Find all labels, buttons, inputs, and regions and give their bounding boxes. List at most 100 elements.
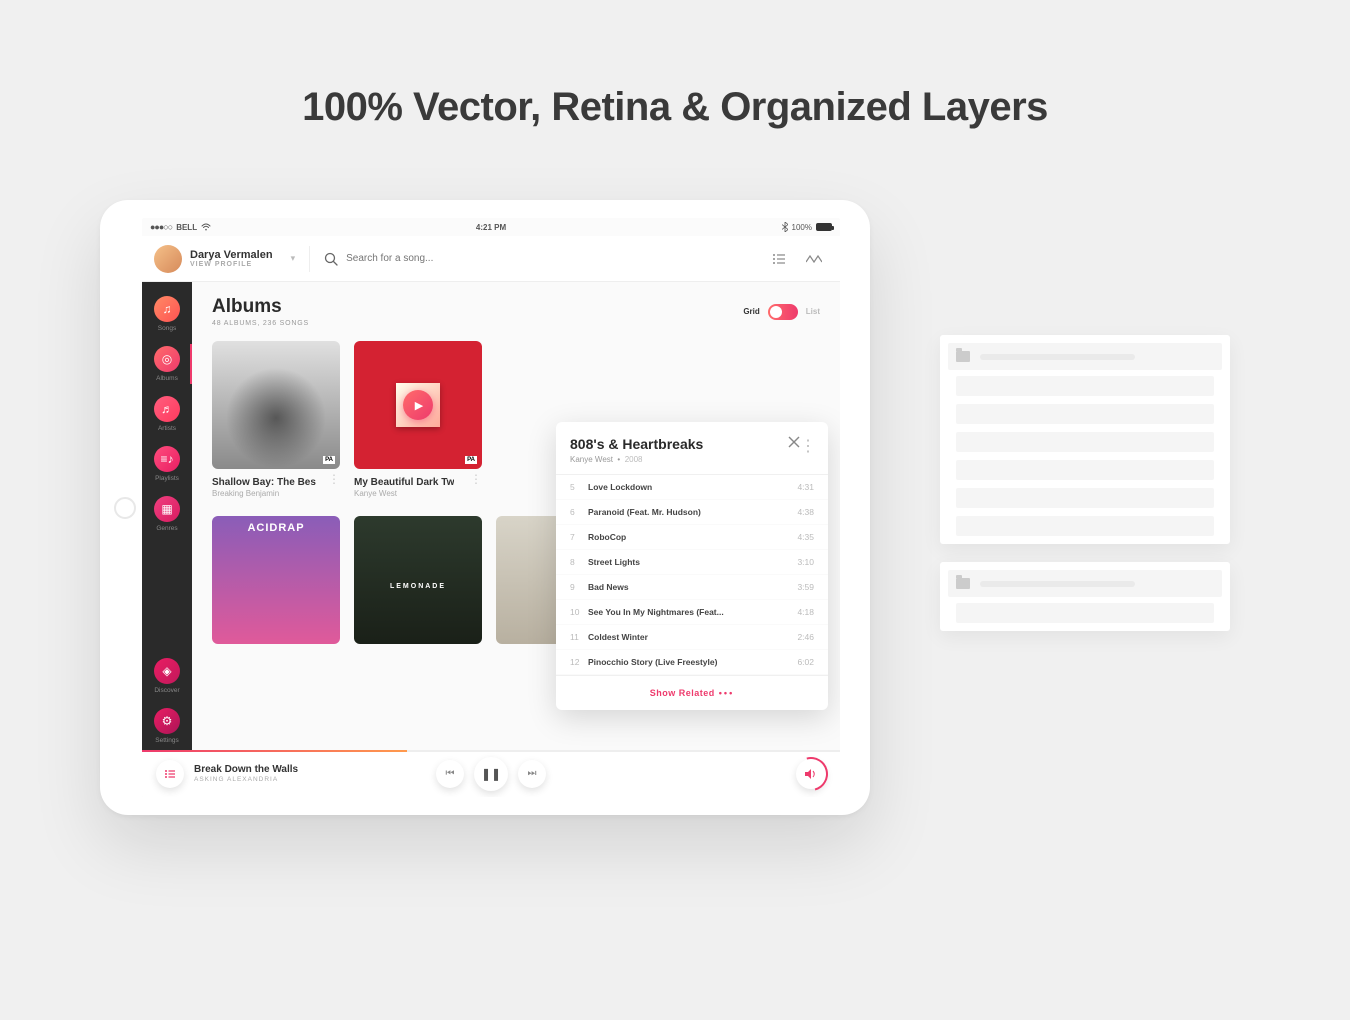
headphones-icon: ♬: [154, 396, 180, 422]
search-icon[interactable]: [324, 252, 338, 266]
track-row[interactable]: 11Coldest Winter 2:46: [556, 625, 828, 650]
album-cover[interactable]: PA: [212, 341, 340, 469]
sidebar-item-albums[interactable]: ◎ Albums: [142, 340, 192, 388]
clock: 4:21 PM: [476, 223, 506, 232]
album-detail-popup: 808's & Heartbreaks Kanye West • 2008 ⋮ …: [556, 422, 828, 710]
view-profile-link[interactable]: VIEW PROFILE: [190, 261, 273, 268]
folder-icon: [956, 351, 970, 362]
sidebar-item-playlists[interactable]: ≡♪ Playlists: [142, 440, 192, 488]
status-bar: ●●●○○ BELL 4:21 PM 100%: [142, 218, 840, 236]
pause-button[interactable]: ❚❚: [474, 757, 508, 791]
gear-icon: ⚙: [154, 708, 180, 734]
track-number: 11: [570, 632, 588, 642]
grid-list-toggle[interactable]: [768, 304, 798, 320]
layer-item[interactable]: [956, 488, 1214, 508]
search-input[interactable]: [346, 253, 772, 264]
sidebar-item-settings[interactable]: ⚙ Settings: [142, 702, 192, 750]
user-block[interactable]: Darya Vermalen VIEW PROFILE: [190, 249, 273, 268]
home-button[interactable]: [114, 497, 136, 519]
layer-item[interactable]: [956, 404, 1214, 424]
disc-icon: ◎: [154, 346, 180, 372]
layer-item[interactable]: [956, 432, 1214, 452]
progress-bar[interactable]: [142, 750, 840, 752]
track-row[interactable]: 5Love Lockdown4:31: [556, 475, 828, 500]
main-content: Albums 48 ALBUMS, 236 SONGS Grid List PA…: [192, 282, 840, 750]
grid-label[interactable]: Grid: [743, 307, 759, 316]
sidebar-item-songs[interactable]: ♫ Songs: [142, 290, 192, 338]
track-duration: 4:31: [797, 482, 814, 492]
track-row[interactable]: 7RoboCop4:35: [556, 525, 828, 550]
section-title: Albums: [212, 296, 309, 318]
popup-album-title: 808's & Heartbreaks: [570, 436, 814, 452]
layer-group: [940, 335, 1230, 544]
more-icon[interactable]: ⋮: [328, 473, 340, 485]
wifi-icon: [201, 223, 211, 231]
parental-advisory-badge: PA: [465, 456, 477, 464]
album-title: My Beautiful Dark Tw: [354, 477, 454, 488]
play-icon[interactable]: ▶: [403, 390, 433, 420]
avatar[interactable]: [154, 245, 182, 273]
top-bar: Darya Vermalen VIEW PROFILE ▾: [142, 236, 840, 282]
divider: [309, 246, 310, 272]
sidebar-item-artists[interactable]: ♬ Artists: [142, 390, 192, 438]
track-row[interactable]: 10See You In My Nightmares (Feat...4:18: [556, 600, 828, 625]
battery-percent: 100%: [792, 223, 812, 232]
album-card[interactable]: [212, 516, 340, 644]
track-row[interactable]: 12Pinocchio Story (Live Freestyle)6:02: [556, 650, 828, 675]
album-card[interactable]: PA Shallow Bay: The Bes ⋮ Breaking Benja…: [212, 341, 340, 498]
layer-item[interactable]: [956, 516, 1214, 536]
track-duration: 4:18: [797, 607, 814, 617]
track-duration: 4:38: [797, 507, 814, 517]
track-number: 12: [570, 657, 588, 667]
album-card[interactable]: ▶ PA My Beautiful Dark Tw ⋮ Kanye West: [354, 341, 482, 498]
folder-icon: [956, 578, 970, 589]
track-name: Coldest Winter: [588, 632, 789, 642]
track-name: Paranoid (Feat. Mr. Hudson): [588, 507, 789, 517]
sidebar-item-genres[interactable]: ▦ Genres: [142, 490, 192, 538]
sidebar-item-discover[interactable]: ◈ Discover: [142, 652, 192, 700]
layer-name-placeholder: [980, 354, 1135, 360]
previous-button[interactable]: ⏮: [436, 760, 464, 788]
page-headline: 100% Vector, Retina & Organized Layers: [0, 85, 1350, 130]
album-cover[interactable]: ▶ PA: [354, 341, 482, 469]
section-subtitle: 48 ALBUMS, 236 SONGS: [212, 320, 309, 327]
layer-item[interactable]: [956, 603, 1214, 623]
track-duration: 2:46: [797, 632, 814, 642]
album-cover[interactable]: [354, 516, 482, 644]
track-row[interactable]: 9Bad News3:59: [556, 575, 828, 600]
track-name: Pinocchio Story (Live Freestyle): [588, 657, 789, 667]
track-number: 6: [570, 507, 588, 517]
album-card[interactable]: [354, 516, 482, 644]
activity-icon[interactable]: [806, 253, 822, 265]
battery-icon: [816, 223, 832, 231]
list-view-icon[interactable]: [772, 253, 786, 265]
track-row[interactable]: 8Street Lights3:10: [556, 550, 828, 575]
more-icon[interactable]: ⋮: [800, 436, 816, 456]
next-button[interactable]: ⏭: [518, 760, 546, 788]
popup-artist: Kanye West: [570, 455, 613, 464]
list-label[interactable]: List: [806, 307, 820, 316]
queue-button[interactable]: [156, 760, 184, 788]
layer-item[interactable]: [956, 460, 1214, 480]
more-icon[interactable]: ⋮: [470, 473, 482, 485]
tablet-frame: ●●●○○ BELL 4:21 PM 100% Darya Vermalen V…: [100, 200, 870, 815]
layer-folder-header[interactable]: [948, 343, 1222, 370]
layer-group: [940, 562, 1230, 631]
bluetooth-icon: [782, 222, 788, 232]
show-related-button[interactable]: Show Related•••: [556, 675, 828, 710]
close-icon[interactable]: [788, 436, 800, 448]
parental-advisory-badge: PA: [323, 456, 335, 464]
layer-folder-header[interactable]: [948, 570, 1222, 597]
track-number: 9: [570, 582, 588, 592]
volume-button[interactable]: [796, 759, 826, 789]
chevron-down-icon[interactable]: ▾: [291, 253, 296, 264]
track-row[interactable]: 6Paranoid (Feat. Mr. Hudson) 4:38: [556, 500, 828, 525]
layer-item[interactable]: [956, 376, 1214, 396]
now-playing-track: Break Down the Walls: [194, 764, 298, 775]
now-playing-artist: ASKING ALEXANDRIA: [194, 776, 298, 783]
grid-icon: ▦: [154, 496, 180, 522]
app-screen: ●●●○○ BELL 4:21 PM 100% Darya Vermalen V…: [142, 218, 840, 797]
album-artist: Breaking Benjamin: [212, 489, 340, 498]
track-name: RoboCop: [588, 532, 789, 542]
album-cover[interactable]: [212, 516, 340, 644]
